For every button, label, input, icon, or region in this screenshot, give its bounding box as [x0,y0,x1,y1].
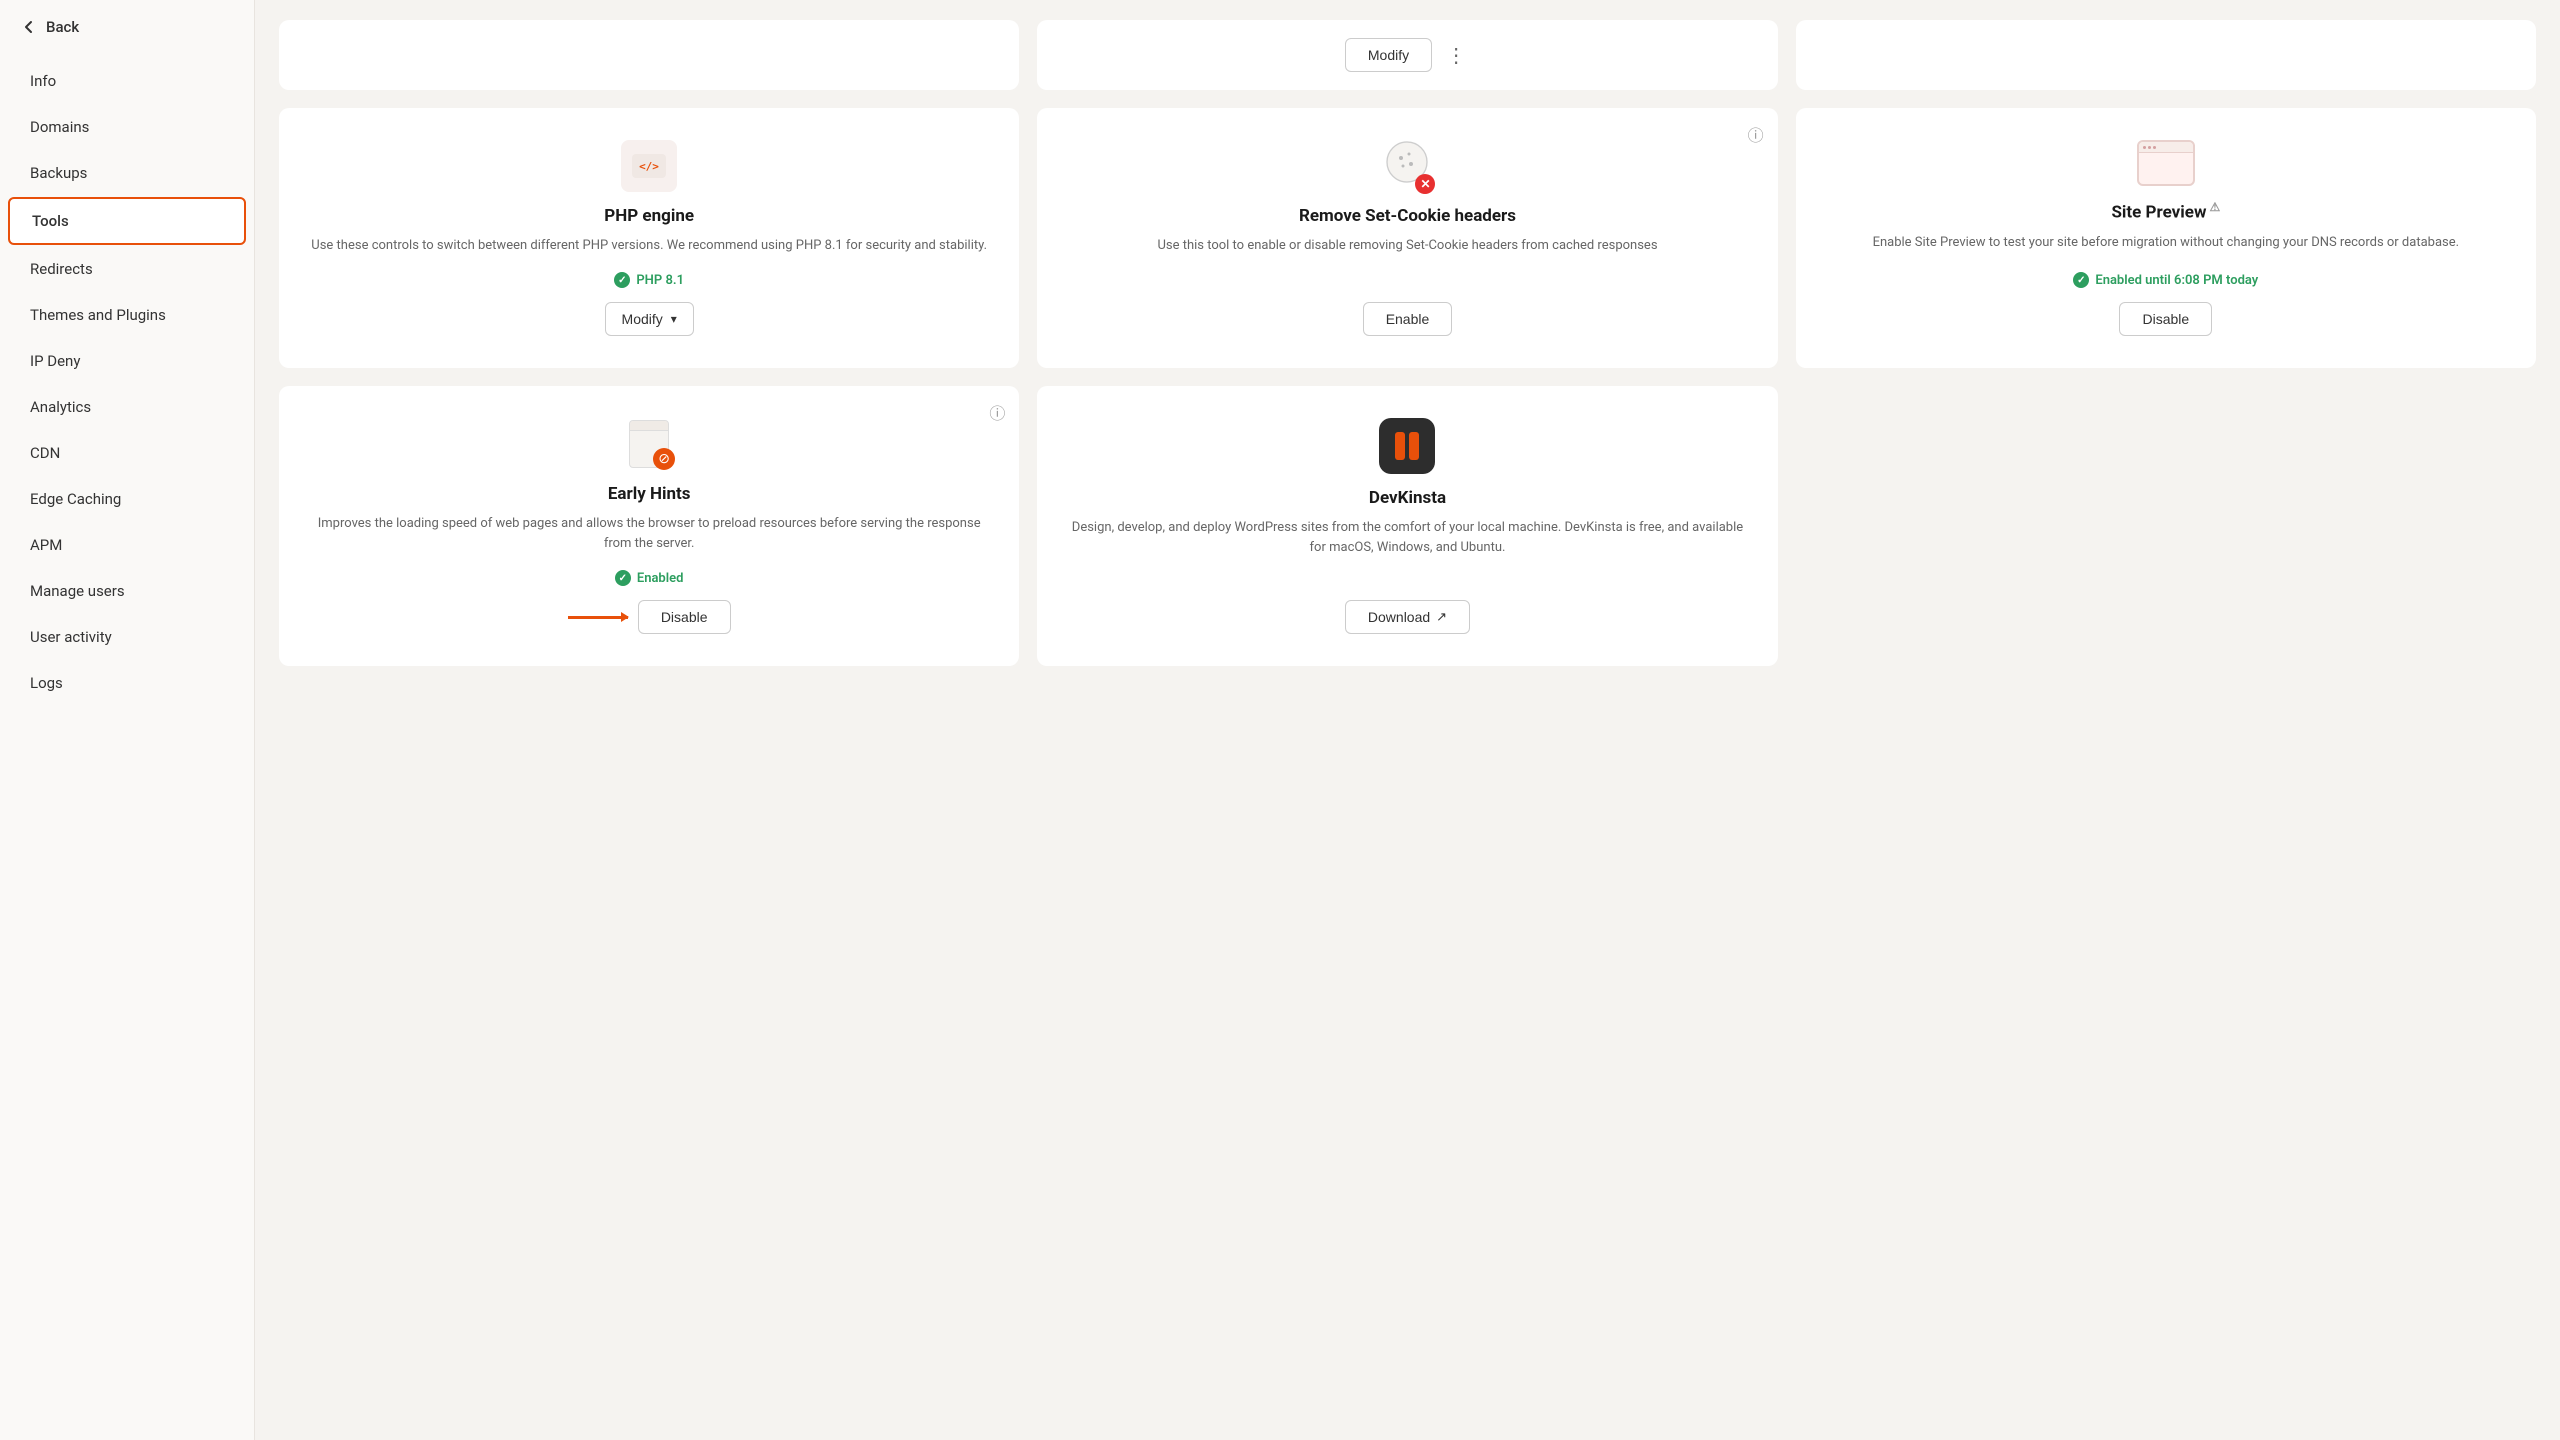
sidebar-item-edge-caching[interactable]: Edge Caching [8,477,246,521]
php-status-text: PHP 8.1 [636,273,684,288]
back-button[interactable]: Back [0,0,254,54]
site-preview-status: Enabled until 6:08 PM today [2073,272,2258,288]
devkinsta-card: DevKinsta Design, develop, and deploy Wo… [1037,386,1777,666]
sidebar-item-manage-users[interactable]: Manage users [8,569,246,613]
devkinsta-icon [1379,418,1435,474]
early-hints-info-icon[interactable]: ⓘ [989,400,1005,424]
remove-set-cookie-card: ⓘ ✕ Remove Set-Cookie headers Use this t… [1037,108,1777,368]
site-preview-title-text: Site Preview [2111,203,2206,223]
set-cookie-info-icon[interactable]: ⓘ [1748,122,1764,146]
arrow-disable-container: Disable [307,600,991,634]
php-modify-button[interactable]: Modify ▾ [605,302,694,336]
site-preview-title: Site Preview⚠ [2111,200,2220,223]
sidebar-nav: Info Domains Backups Tools Redirects The… [0,54,254,710]
set-cookie-desc: Use this tool to enable or disable remov… [1157,236,1657,286]
sidebar-item-tools[interactable]: Tools [8,197,246,245]
site-preview-status-text: Enabled until 6:08 PM today [2095,273,2258,288]
sp-dot-1 [2143,146,2146,149]
sp-dot-2 [2148,146,2151,149]
php-engine-status: PHP 8.1 [614,272,684,288]
external-link-icon: ↗ [1436,609,1447,625]
partial-card-1 [279,20,1019,90]
back-arrow-icon [20,18,38,36]
devkinsta-download-button[interactable]: Download ↗ [1345,600,1470,634]
php-engine-desc: Use these controls to switch between dif… [311,236,987,256]
more-menu-button[interactable]: ⋮ [1442,39,1470,72]
main-content: Modify ⋮ </> PHP engine Use these contro… [255,0,2560,1440]
sidebar-item-analytics[interactable]: Analytics [8,385,246,429]
early-hints-icon: ⊘ [623,418,675,470]
arrow-line [568,616,628,619]
early-hints-status-text: Enabled [637,571,684,586]
site-preview-disable-button[interactable]: Disable [2119,302,2212,336]
sidebar-item-redirects[interactable]: Redirects [8,247,246,291]
warning-icon: ⚠ [2209,200,2220,214]
partial-card-2: Modify ⋮ [1037,20,1777,90]
site-preview-icon [2137,140,2195,186]
code-icon: </> [632,154,666,178]
site-preview-desc: Enable Site Preview to test your site be… [1873,233,2459,256]
top-partial-row: Modify ⋮ [279,20,2536,90]
site-preview-card: Site Preview⚠ Enable Site Preview to tes… [1796,108,2536,368]
early-hints-status: Enabled [615,570,684,586]
php-engine-card: </> PHP engine Use these controls to swi… [279,108,1019,368]
devkinsta-bar-2 [1409,432,1419,460]
php-engine-title: PHP engine [604,206,694,226]
sidebar-item-domains[interactable]: Domains [8,105,246,149]
sidebar-item-cdn[interactable]: CDN [8,431,246,475]
sp-body [2139,153,2193,184]
sidebar-item-apm[interactable]: APM [8,523,246,567]
set-cookie-icon: ✕ [1381,140,1433,192]
early-hints-status-dot [615,570,631,586]
early-hints-card: ⓘ ⊘ Early Hints Improves the loading spe… [279,386,1019,666]
chevron-down-icon: ▾ [671,312,677,326]
sp-dot-3 [2153,146,2156,149]
site-preview-status-dot [2073,272,2089,288]
sidebar-item-ip-deny[interactable]: IP Deny [8,339,246,383]
sp-titlebar [2139,142,2193,153]
early-hints-title: Early Hints [608,484,691,504]
file-header [630,421,668,431]
back-label: Back [46,18,79,36]
site-preview-browser-icon [2137,140,2195,186]
devkinsta-desc: Design, develop, and deploy WordPress si… [1065,518,1749,584]
sidebar-item-logs[interactable]: Logs [8,661,246,705]
set-cookie-enable-button[interactable]: Enable [1363,302,1453,336]
devkinsta-title: DevKinsta [1369,488,1446,508]
partial-card-3 [1796,20,2536,90]
sidebar: Back Info Domains Backups Tools Redirect… [0,0,255,1440]
sidebar-item-user-activity[interactable]: User activity [8,615,246,659]
sidebar-item-info[interactable]: Info [8,59,246,103]
php-engine-icon: </> [621,140,677,192]
devkinsta-download-label: Download [1368,609,1430,625]
svg-text:</>: </> [639,160,659,173]
red-circle-badge: ⊘ [653,448,675,470]
php-modify-label: Modify [622,311,663,327]
sidebar-item-backups[interactable]: Backups [8,151,246,195]
early-hints-desc: Improves the loading speed of web pages … [307,514,991,554]
sidebar-item-themes-plugins[interactable]: Themes and Plugins [8,293,246,337]
devkinsta-bar-1 [1395,432,1405,460]
modify-button-top[interactable]: Modify [1345,38,1432,72]
early-hints-icon-wrap: ⊘ [623,418,675,470]
set-cookie-title: Remove Set-Cookie headers [1299,206,1516,226]
cards-grid: </> PHP engine Use these controls to swi… [279,108,2536,666]
php-status-dot [614,272,630,288]
clock-icon: ⊘ [658,452,670,466]
early-hints-disable-button[interactable]: Disable [638,600,731,634]
